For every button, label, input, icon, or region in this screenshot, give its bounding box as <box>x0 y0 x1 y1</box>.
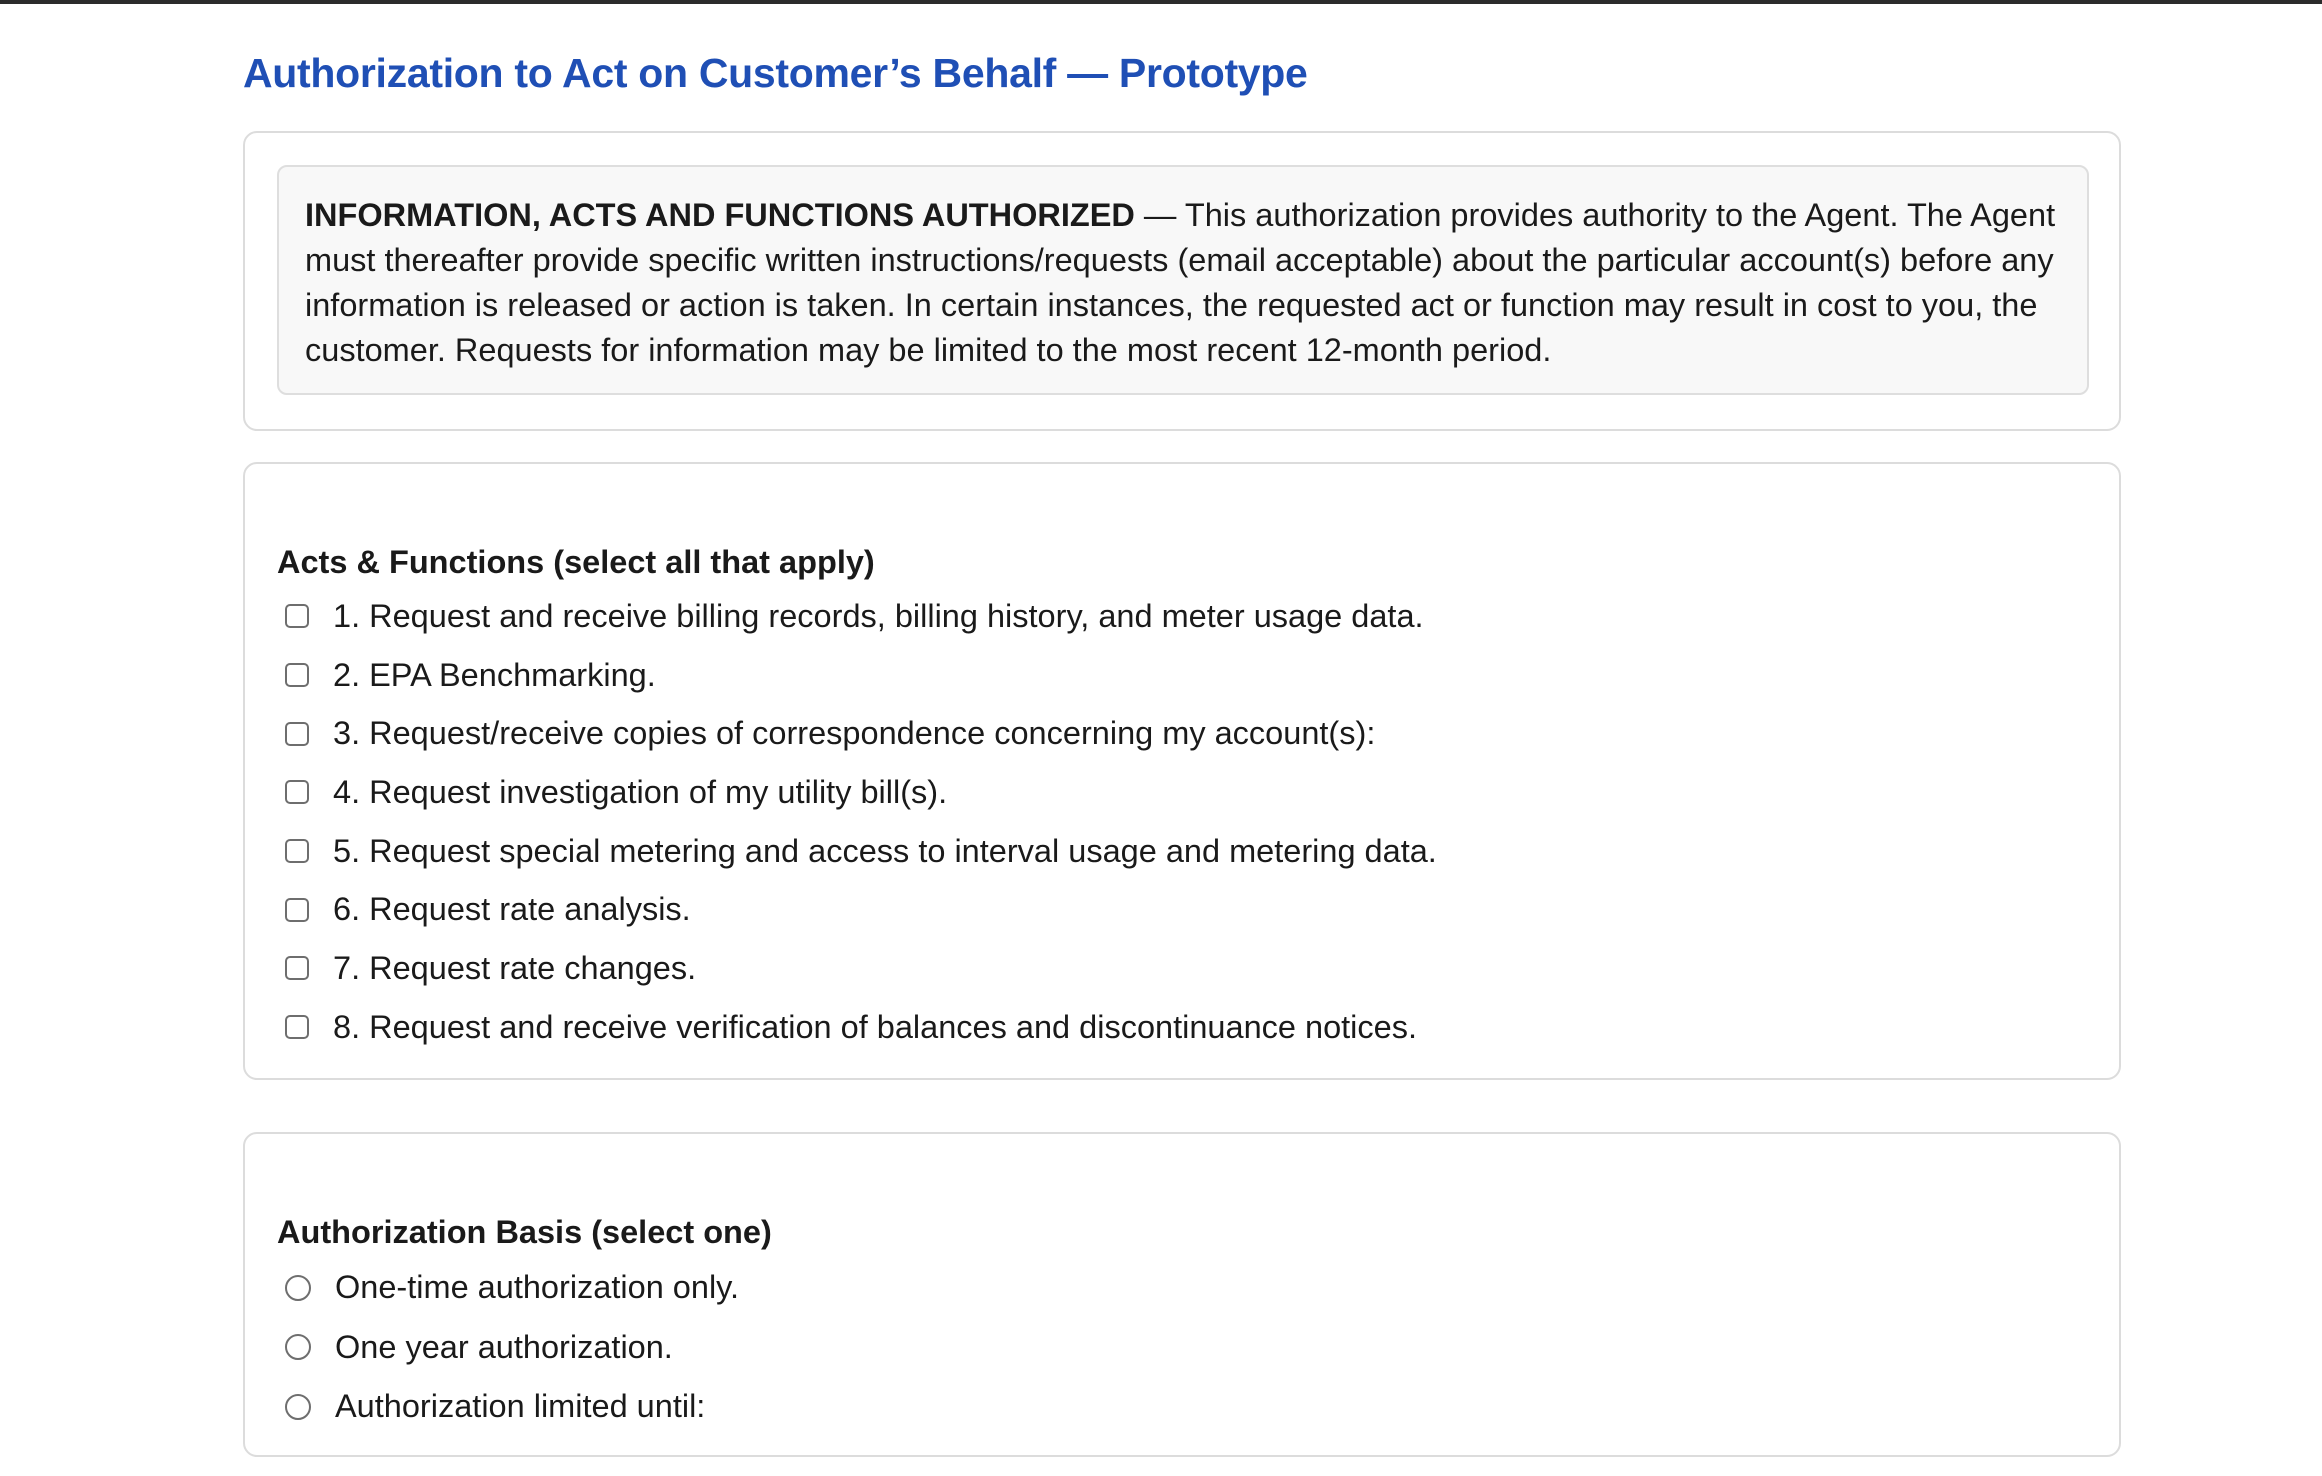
act-7-label[interactable]: 7. Request rate changes. <box>333 950 696 987</box>
act-4-label[interactable]: 4. Request investigation of my utility b… <box>333 774 947 811</box>
act-1-checkbox[interactable] <box>285 604 309 629</box>
act-8-label[interactable]: 8. Request and receive verification of b… <box>333 1009 1417 1046</box>
act-5-label[interactable]: 5. Request special metering and access t… <box>333 833 1437 870</box>
act-4-checkbox[interactable] <box>285 780 309 805</box>
acts-functions-heading: Acts & Functions (select all that apply) <box>277 544 875 580</box>
basis-option-one-year[interactable]: One year authorization. <box>285 1318 739 1378</box>
page-title: Authorization to Act on Customer’s Behal… <box>243 50 1308 96</box>
one-time-label[interactable]: One-time authorization only. <box>335 1269 739 1306</box>
basis-option-limited-until[interactable]: Authorization limited until: <box>285 1377 739 1437</box>
act-8-checkbox[interactable] <box>285 1015 309 1040</box>
act-option-2[interactable]: 2. EPA Benchmarking. <box>285 646 1437 705</box>
act-7-checkbox[interactable] <box>285 956 309 981</box>
acts-functions-card: Acts & Functions (select all that apply)… <box>243 462 2121 1080</box>
act-6-checkbox[interactable] <box>285 897 309 922</box>
act-option-6[interactable]: 6. Request rate analysis. <box>285 880 1437 939</box>
notice-heading: INFORMATION, ACTS AND FUNCTIONS AUTHORIZ… <box>305 197 1135 233</box>
act-option-5[interactable]: 5. Request special metering and access t… <box>285 822 1437 881</box>
basis-option-one-time[interactable]: One-time authorization only. <box>285 1258 739 1318</box>
authorization-basis-heading: Authorization Basis (select one) <box>277 1214 772 1250</box>
act-option-4[interactable]: 4. Request investigation of my utility b… <box>285 763 1437 822</box>
one-time-radio[interactable] <box>285 1274 311 1301</box>
act-option-7[interactable]: 7. Request rate changes. <box>285 939 1437 998</box>
top-border <box>0 0 2322 4</box>
acts-functions-list: 1. Request and receive billing records, … <box>285 587 1437 1057</box>
act-2-label[interactable]: 2. EPA Benchmarking. <box>333 657 656 694</box>
limited-until-radio[interactable] <box>285 1393 311 1420</box>
one-year-label[interactable]: One year authorization. <box>335 1329 673 1366</box>
act-option-3[interactable]: 3. Request/receive copies of corresponde… <box>285 704 1437 763</box>
authorization-notice: INFORMATION, ACTS AND FUNCTIONS AUTHORIZ… <box>277 165 2089 395</box>
act-3-checkbox[interactable] <box>285 721 309 746</box>
act-1-label[interactable]: 1. Request and receive billing records, … <box>333 598 1424 635</box>
one-year-radio[interactable] <box>285 1334 311 1361</box>
limited-until-label[interactable]: Authorization limited until: <box>335 1388 705 1425</box>
authorization-basis-list: One-time authorization only. One year au… <box>285 1258 739 1437</box>
act-3-label[interactable]: 3. Request/receive copies of corresponde… <box>333 715 1375 752</box>
act-6-label[interactable]: 6. Request rate analysis. <box>333 891 691 928</box>
act-2-checkbox[interactable] <box>285 663 309 688</box>
info-card: INFORMATION, ACTS AND FUNCTIONS AUTHORIZ… <box>243 131 2121 431</box>
authorization-basis-card: Authorization Basis (select one) One-tim… <box>243 1132 2121 1457</box>
act-option-8[interactable]: 8. Request and receive verification of b… <box>285 998 1437 1057</box>
act-5-checkbox[interactable] <box>285 839 309 864</box>
act-option-1[interactable]: 1. Request and receive billing records, … <box>285 587 1437 646</box>
